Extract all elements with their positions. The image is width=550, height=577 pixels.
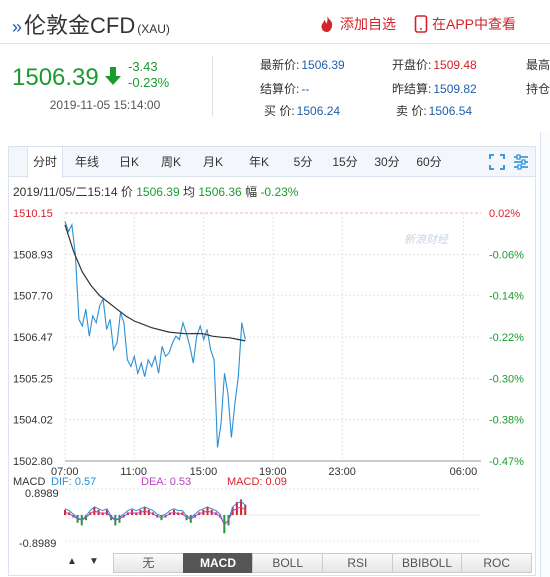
average-line xyxy=(64,224,246,342)
scroll-up-arrow-icon[interactable]: ▲ xyxy=(67,556,77,567)
y-tick-label-right: -0.47% xyxy=(489,456,524,468)
field-high: 最高 xyxy=(526,56,550,73)
field-value: 1506.24 xyxy=(296,104,341,118)
y-tick-label: 1508.93 xyxy=(13,249,53,261)
page-header: »伦敦金CFD (XAU) 添加自选 在APP中查看 xyxy=(0,0,550,44)
down-arrow-icon xyxy=(105,67,121,85)
macd-min-label: -0.8989 xyxy=(19,538,56,547)
y-tick-label: 1502.80 xyxy=(13,456,53,468)
indicator-tab-rsi[interactable]: RSI xyxy=(322,553,393,573)
macd-dif-line xyxy=(64,500,246,527)
x-tick-label: 23:00 xyxy=(328,466,356,478)
add-watchlist-button[interactable]: 添加自选 xyxy=(318,14,396,34)
y-axis-left: 1510.15 1508.93 1507.70 1506.47 1505.25 1504.… xyxy=(13,208,53,468)
chart-grid xyxy=(64,212,481,462)
indicator-tab-macd[interactable]: MACD xyxy=(182,553,254,573)
field-bid: 买 价: 1506.24 xyxy=(264,102,340,119)
macd-label: MACD xyxy=(13,476,45,488)
instrument-code: (XAU) xyxy=(137,22,170,36)
macd-value: MACD: 0.09 xyxy=(227,476,287,488)
phone-icon xyxy=(414,15,428,33)
quote-summary: 1506.39 -3.43 -0.23% 2019-11-05 15:14:00… xyxy=(0,50,550,122)
y-tick-label-right: -0.30% xyxy=(489,373,524,385)
price-change: -3.43 -0.23% xyxy=(128,59,169,91)
field-value: 1506.39 xyxy=(301,58,345,72)
y-tick-label: 1504.02 xyxy=(13,415,53,427)
field-label: 持仓 xyxy=(526,82,550,96)
field-prev-settle: 昨结算: 1509.82 xyxy=(392,80,477,97)
x-tick-label: 06:00 xyxy=(450,466,478,478)
instrument-name: 伦敦金CFD xyxy=(24,13,136,38)
price-lines xyxy=(64,221,246,448)
field-value: 1506.54 xyxy=(428,104,473,118)
field-label: 昨结算: xyxy=(392,82,432,96)
y-tick-label-right: 0.02% xyxy=(489,208,520,220)
breadcrumb-arrows-icon[interactable]: » xyxy=(12,17,22,37)
field-label: 开盘价: xyxy=(392,58,432,72)
flame-icon xyxy=(321,16,333,32)
y-tick-label-right: -0.14% xyxy=(489,291,524,303)
intraday-chart[interactable]: 新浪财经 1510.15 1508.93 1507.70 1506.47 1505.25… xyxy=(9,147,535,547)
field-label: 最高 xyxy=(526,58,550,72)
macd-dea-line xyxy=(64,506,246,525)
indicator-tab-bbiboll[interactable]: BBIBOLL xyxy=(391,553,463,573)
last-price: 1506.39 xyxy=(12,64,99,91)
price-line xyxy=(64,221,246,448)
y-axis-right: 0.02% -0.06% -0.14% -0.22% -0.30% -0.38% -0.47… xyxy=(489,208,524,468)
field-open: 开盘价: 1509.48 xyxy=(392,56,477,73)
y-tick-label: 1510.15 xyxy=(13,208,53,220)
field-label: 结算价: xyxy=(260,82,300,96)
macd-panel: MACD DIF: 0.57 DEA: 0.53 MACD: 0.09 0.8989 -0… xyxy=(13,476,481,547)
macd-max-label: 0.8989 xyxy=(25,488,59,500)
instrument-title: »伦敦金CFD (XAU) xyxy=(12,8,170,40)
y-tick-label-right: -0.38% xyxy=(489,415,524,427)
x-tick-label: 15:00 xyxy=(190,466,218,478)
change-value: -3.43 xyxy=(128,59,158,74)
field-value: 1509.48 xyxy=(433,58,477,72)
open-in-app-button[interactable]: 在APP中查看 xyxy=(414,14,516,34)
field-label: 买 价: xyxy=(264,104,295,118)
indicator-tab-none[interactable]: 无 xyxy=(113,553,184,573)
open-in-app-label: 在APP中查看 xyxy=(432,16,517,32)
y-tick-label-right: -0.06% xyxy=(489,249,524,261)
field-settle: 结算价: -- xyxy=(260,80,309,97)
add-watchlist-label: 添加自选 xyxy=(340,16,396,32)
side-panel-edge xyxy=(540,132,550,577)
field-label: 最新价: xyxy=(260,58,300,72)
field-label: 卖 价: xyxy=(396,104,427,118)
y-tick-label: 1505.25 xyxy=(13,373,53,385)
macd-dif: DIF: 0.57 xyxy=(51,476,96,488)
y-tick-label: 1506.47 xyxy=(13,332,53,344)
field-value: 1509.82 xyxy=(433,82,477,96)
scroll-down-arrow-icon[interactable]: ▼ xyxy=(89,556,99,567)
divider xyxy=(212,56,213,116)
field-last: 最新价: 1506.39 xyxy=(260,56,345,73)
macd-dea: DEA: 0.53 xyxy=(141,476,191,488)
field-ask: 卖 价: 1506.54 xyxy=(396,102,472,119)
chart-panel: 分时 年线 日K 周K 月K 年K 5分 15分 30分 60分 2019/11… xyxy=(8,146,536,576)
indicator-tabs: 无 MACD BOLL RSI BBIBOLL ROC xyxy=(113,553,533,573)
watermark: 新浪财经 xyxy=(404,233,449,246)
quote-time: 2019-11-05 15:14:00 xyxy=(49,98,161,112)
change-percent: -0.23% xyxy=(128,75,170,90)
indicator-tab-boll[interactable]: BOLL xyxy=(252,553,324,573)
field-open-interest: 持仓 xyxy=(526,80,550,97)
y-tick-label-right: -0.22% xyxy=(489,332,524,344)
y-tick-label: 1507.70 xyxy=(13,291,53,303)
field-value: -- xyxy=(301,82,310,96)
indicator-tab-roc[interactable]: ROC xyxy=(461,553,533,573)
